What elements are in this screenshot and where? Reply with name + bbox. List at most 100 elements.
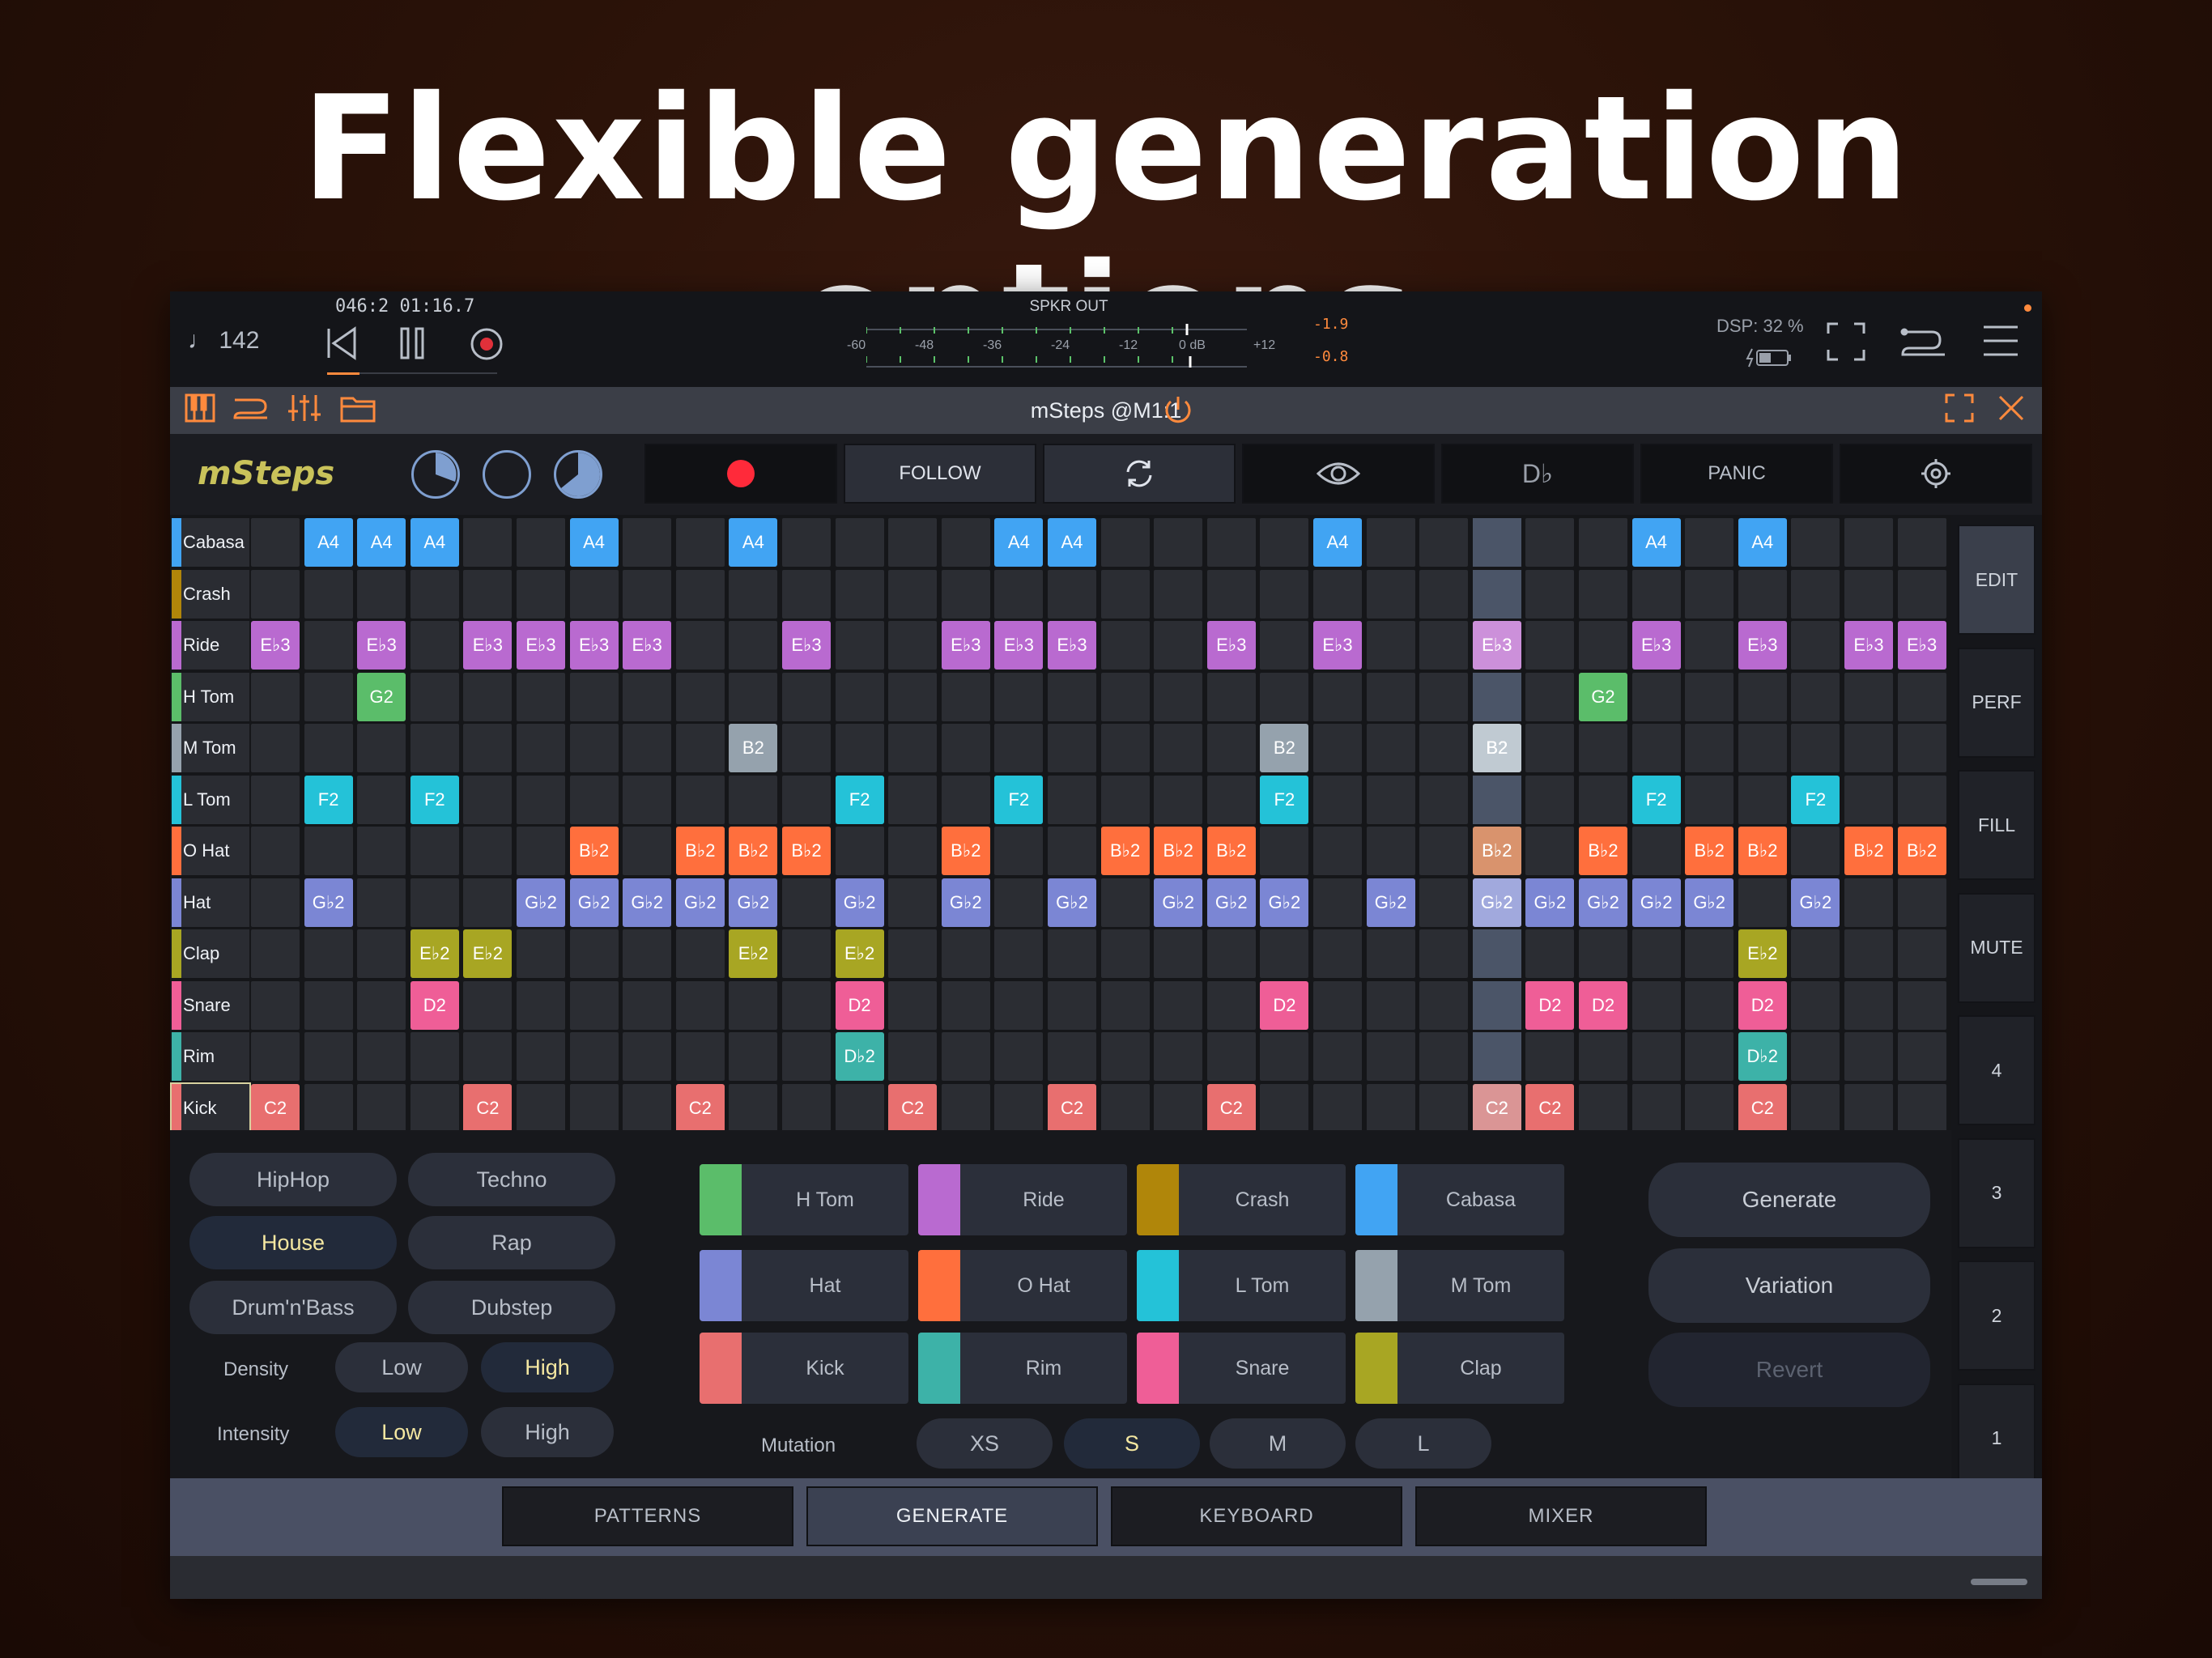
empty-step[interactable] [1525,672,1575,721]
genre-house[interactable]: House [189,1216,397,1269]
empty-step[interactable] [304,827,353,875]
empty-step[interactable] [304,1032,353,1081]
empty-step[interactable] [1154,621,1203,670]
note-step[interactable]: G2 [357,672,406,721]
empty-step[interactable] [1791,621,1840,670]
empty-step[interactable] [1419,518,1469,567]
empty-step[interactable] [1897,672,1946,721]
side-button-2[interactable]: 2 [1958,1261,2035,1371]
empty-step[interactable] [1579,518,1627,567]
empty-step[interactable] [782,980,831,1030]
empty-step[interactable] [623,672,672,721]
row-label[interactable]: Cabasa [172,518,249,567]
note-step[interactable]: E♭3 [463,621,513,670]
empty-step[interactable] [782,1083,831,1133]
empty-step[interactable] [1685,1032,1734,1081]
empty-step[interactable] [888,1032,938,1081]
empty-step[interactable] [888,672,938,721]
note-step[interactable]: E♭3 [1313,621,1362,670]
instrument-toggle[interactable]: Cabasa [1355,1164,1564,1235]
record-icon[interactable] [470,327,504,367]
row-label[interactable]: Clap [172,929,249,978]
routing-icon[interactable] [1899,321,1948,368]
empty-step[interactable] [729,1083,778,1133]
row-label[interactable]: Crash [172,569,249,619]
note-step[interactable]: E♭3 [1206,621,1256,670]
empty-step[interactable] [1206,672,1256,721]
empty-step[interactable] [1313,672,1362,721]
empty-step[interactable] [675,1032,725,1081]
empty-step[interactable] [675,621,725,670]
intensity-low[interactable]: Low [335,1407,468,1457]
note-step[interactable]: E♭3 [1897,621,1946,670]
empty-step[interactable] [1525,569,1575,619]
note-step[interactable]: G♭2 [941,878,990,927]
empty-step[interactable] [1154,672,1203,721]
empty-step[interactable] [1791,980,1840,1030]
empty-step[interactable] [1685,724,1734,772]
empty-step[interactable] [304,672,353,721]
empty-step[interactable] [1791,518,1840,567]
note-step[interactable]: C2 [463,1083,513,1133]
note-step[interactable]: G♭2 [675,878,725,927]
note-step[interactable]: D2 [1738,980,1787,1030]
empty-step[interactable] [569,980,619,1030]
instrument-toggle[interactable]: Ride [918,1164,1127,1235]
panic-button[interactable]: PANIC [1640,444,1833,504]
empty-step[interactable] [1897,980,1946,1030]
side-button-3[interactable]: 3 [1958,1137,2035,1248]
empty-step[interactable] [1579,1083,1627,1133]
note-step[interactable]: D2 [1525,980,1575,1030]
empty-step[interactable] [1525,929,1575,978]
empty-step[interactable] [1844,929,1893,978]
empty-step[interactable] [1791,724,1840,772]
empty-step[interactable] [569,1032,619,1081]
note-step[interactable]: A4 [569,518,619,567]
empty-step[interactable] [1631,827,1681,875]
empty-step[interactable] [623,827,672,875]
empty-step[interactable] [1685,929,1734,978]
empty-step[interactable] [1844,775,1893,824]
note-step[interactable]: G♭2 [1525,878,1575,927]
note-step[interactable]: E♭3 [1472,621,1521,670]
note-step[interactable]: G♭2 [304,878,353,927]
note-step[interactable]: G♭2 [569,878,619,927]
empty-step[interactable] [1791,1032,1840,1081]
note-step[interactable]: B♭2 [569,827,619,875]
empty-step[interactable] [410,724,459,772]
empty-step[interactable] [1366,518,1415,567]
instrument-toggle[interactable]: O Hat [918,1250,1127,1321]
note-step[interactable]: E♭3 [1631,621,1681,670]
empty-step[interactable] [357,929,406,978]
note-step[interactable]: F2 [835,775,884,824]
empty-step[interactable] [675,569,725,619]
empty-step[interactable] [1419,980,1469,1030]
empty-step[interactable] [1048,827,1096,875]
empty-step[interactable] [1525,827,1575,875]
empty-step[interactable] [251,827,300,875]
empty-step[interactable] [1631,1083,1681,1133]
empty-step[interactable] [463,672,513,721]
instrument-toggle[interactable]: L Tom [1137,1250,1346,1321]
empty-step[interactable] [357,1032,406,1081]
genre-hiphop[interactable]: HipHop [189,1153,397,1206]
empty-step[interactable] [517,569,565,619]
key-button[interactable]: D♭ [1441,444,1634,504]
note-step[interactable]: F2 [1260,775,1309,824]
side-button-mute[interactable]: MUTE [1958,892,2035,1003]
empty-step[interactable] [357,1083,406,1133]
row-label[interactable]: M Tom [172,724,249,772]
empty-step[interactable] [1048,1032,1096,1081]
empty-step[interactable] [888,878,938,927]
empty-step[interactable] [517,775,565,824]
note-step[interactable]: G♭2 [1260,878,1309,927]
note-step[interactable]: G♭2 [1631,878,1681,927]
note-step[interactable]: E♭3 [357,621,406,670]
playhead-step[interactable] [1472,929,1521,978]
mutation-xs[interactable]: XS [917,1418,1053,1469]
empty-step[interactable] [463,775,513,824]
empty-step[interactable] [517,724,565,772]
empty-step[interactable] [888,569,938,619]
note-step[interactable]: E♭2 [1738,929,1787,978]
empty-step[interactable] [835,672,884,721]
